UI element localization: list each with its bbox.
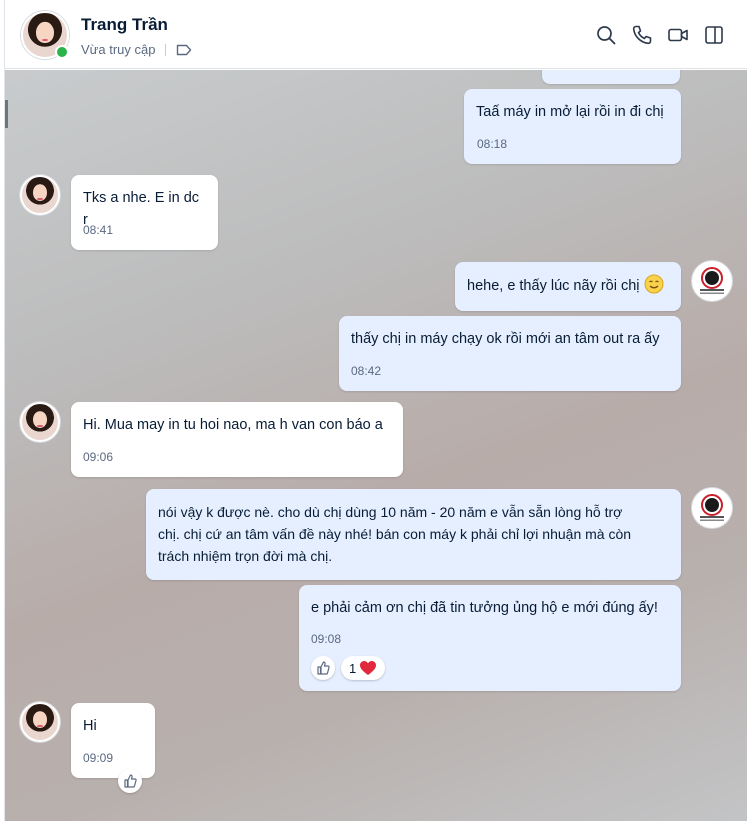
message-bubble-in[interactable]: Hi [71,703,155,778]
message-text-line: chị. chị cứ an tâm vấn đề này nhé! bán c… [158,526,632,542]
message-list[interactable]: Taấ máy in mở lại rồi in đi chị 08:18 Tk… [5,70,747,821]
previous-message-bubble[interactable] [542,70,680,84]
scrollbar-thumb[interactable] [5,100,8,128]
contact-avatar-small[interactable] [20,175,60,215]
thumbs-up-icon [317,661,330,675]
message-time: 08:41 [83,223,114,237]
message-bubble-out[interactable]: nói vậy k được nè. cho dù chị dùng 10 nă… [146,489,681,580]
message-bubble-out[interactable]: hehe, e thấy lúc nãy rồi chị [455,262,681,311]
message-text: hehe, e thấy lúc nãy rồi chị [467,278,640,294]
smile-emoji-icon [644,274,664,294]
message-bubble-out[interactable]: Taấ máy in mở lại rồi in đi chị [464,89,681,164]
message-time: 08:18 [477,137,508,151]
search-icon[interactable] [595,24,617,46]
my-avatar[interactable] [691,260,733,302]
shop-logo-icon [700,494,724,521]
phone-icon[interactable] [631,24,653,46]
shop-logo-icon [700,267,724,294]
chat-window: Trang Trần Vừa truy cập Taấ máy in mở lạ… [4,0,747,821]
status-divider [165,43,167,56]
heart-icon [360,661,377,675]
last-seen-status: Vừa truy cập [81,42,156,57]
message-time: 09:08 [311,632,342,646]
message-bubble-in[interactable]: Tks a nhe. E in dc r [71,175,218,250]
message-text: e phải cảm ơn chị đã tin tưởng ủng hộ e … [311,600,658,616]
reaction-count: 1 [349,660,357,676]
message-text: Hi [83,718,97,734]
message-bubble-out[interactable]: thấy chị in máy chạy ok rồi mới an tâm o… [339,316,681,391]
like-reaction-button[interactable] [118,769,142,793]
message-time: 08:42 [351,364,382,378]
reaction-summary[interactable]: 1 [341,656,386,680]
message-text-line: trách nhiệm trọn đời mà chị. [158,548,333,564]
chat-header: Trang Trần Vừa truy cập [5,0,747,69]
message-text-line: nói vậy k được nè. cho dù chị dùng 10 nă… [158,504,623,520]
contact-name[interactable]: Trang Trần [81,15,168,35]
thumbs-up-icon [124,774,137,788]
message-time: 09:06 [83,450,114,464]
online-status-dot [55,45,69,59]
contact-avatar-small[interactable] [20,702,60,742]
video-call-icon[interactable] [667,24,689,46]
sidebar-toggle-icon[interactable] [703,24,725,46]
message-text: thấy chị in máy chạy ok rồi mới an tâm o… [351,331,660,347]
my-avatar[interactable] [691,487,733,529]
message-text: Hi. Mua may in tu hoi nao, ma h van con … [83,417,383,433]
message-time: 09:09 [83,751,114,765]
tag-icon[interactable] [176,44,192,56]
contact-avatar-small[interactable] [20,402,60,442]
like-reaction-button[interactable] [311,656,335,680]
message-bubble-in[interactable]: Hi. Mua may in tu hoi nao, ma h van con … [71,402,403,477]
status-row: Vừa truy cập [81,42,192,57]
message-text: Taấ máy in mở lại rồi in đi chị [476,104,664,120]
